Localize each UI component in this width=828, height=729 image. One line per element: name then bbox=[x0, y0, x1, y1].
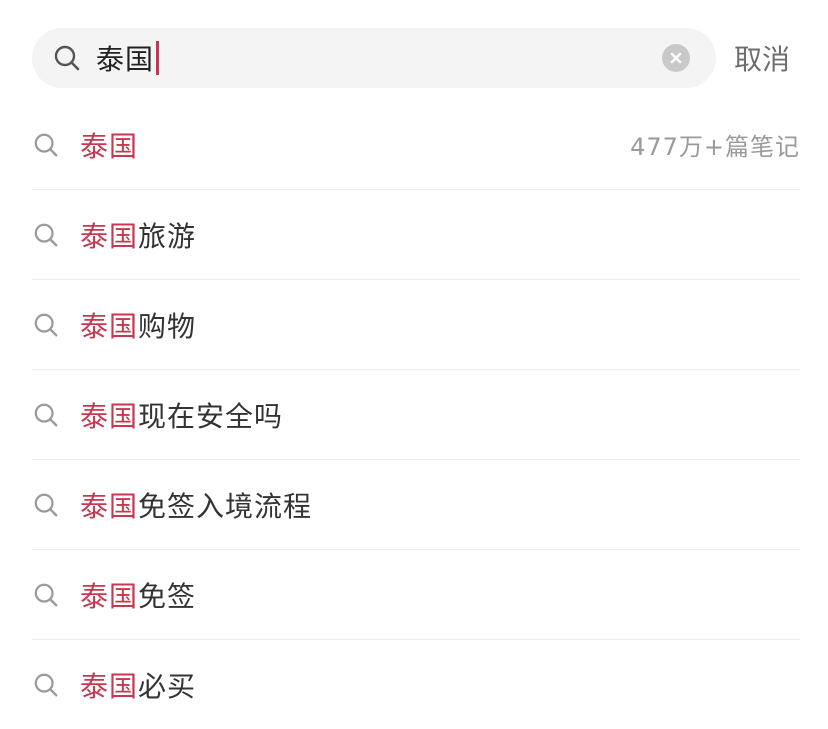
search-icon bbox=[32, 131, 60, 159]
suggestion-item[interactable]: 泰国 477万+篇笔记 bbox=[32, 100, 800, 190]
suggestion-highlight: 泰国 bbox=[80, 309, 139, 343]
suggestion-highlight: 泰国 bbox=[80, 669, 139, 703]
suggestion-item[interactable]: 泰国免签入境流程 bbox=[32, 460, 800, 550]
suggestion-rest: 现在安全吗 bbox=[138, 399, 284, 433]
text-caret bbox=[156, 41, 160, 75]
suggestion-rest: 免签入境流程 bbox=[138, 489, 313, 523]
suggestion-item[interactable]: 泰国必买 bbox=[32, 640, 800, 729]
suggestion-rest: 免签 bbox=[138, 579, 197, 613]
suggestion-text: 泰国免签入境流程 bbox=[80, 485, 312, 525]
suggestion-item[interactable]: 泰国购物 bbox=[32, 280, 800, 370]
search-icon bbox=[32, 221, 60, 249]
suggestion-rest: 必买 bbox=[138, 669, 197, 703]
search-icon bbox=[32, 671, 60, 699]
search-icon bbox=[32, 581, 60, 609]
suggestion-text: 泰国购物 bbox=[80, 305, 196, 345]
suggestion-highlight: 泰国 bbox=[80, 129, 139, 163]
suggestion-text: 泰国必买 bbox=[80, 665, 196, 705]
suggestion-rest: 购物 bbox=[138, 309, 197, 343]
search-icon bbox=[52, 43, 82, 73]
suggestion-highlight: 泰国 bbox=[80, 399, 139, 433]
suggestion-text: 泰国免签 bbox=[80, 575, 196, 615]
search-icon bbox=[32, 311, 60, 339]
suggestion-highlight: 泰国 bbox=[80, 489, 139, 523]
search-query-text: 泰国 bbox=[96, 43, 155, 76]
clear-search-button[interactable] bbox=[662, 44, 690, 72]
suggestion-rest: 旅游 bbox=[138, 219, 197, 253]
search-input[interactable]: 泰国 bbox=[82, 38, 160, 78]
suggestion-item[interactable]: 泰国旅游 bbox=[32, 190, 800, 280]
clear-icon bbox=[670, 52, 682, 64]
cancel-button[interactable]: 取消 bbox=[734, 38, 790, 78]
suggestion-highlight: 泰国 bbox=[80, 219, 139, 253]
suggestion-item[interactable]: 泰国免签 bbox=[32, 550, 800, 640]
suggestion-item[interactable]: 泰国现在安全吗 bbox=[32, 370, 800, 460]
suggestion-highlight: 泰国 bbox=[80, 579, 139, 613]
suggestion-list: 泰国 477万+篇笔记 泰国旅游 泰国购物 泰国现在安全吗 泰国免签入境流程 泰国免签 泰国必… bbox=[0, 100, 828, 729]
search-bar[interactable]: 泰国 bbox=[32, 28, 716, 88]
search-icon bbox=[32, 491, 60, 519]
suggestion-text: 泰国现在安全吗 bbox=[80, 395, 283, 435]
search-icon bbox=[32, 401, 60, 429]
suggestion-text: 泰国 bbox=[80, 125, 138, 165]
note-count: 477万+篇笔记 bbox=[630, 133, 800, 161]
suggestion-text: 泰国旅游 bbox=[80, 215, 196, 255]
